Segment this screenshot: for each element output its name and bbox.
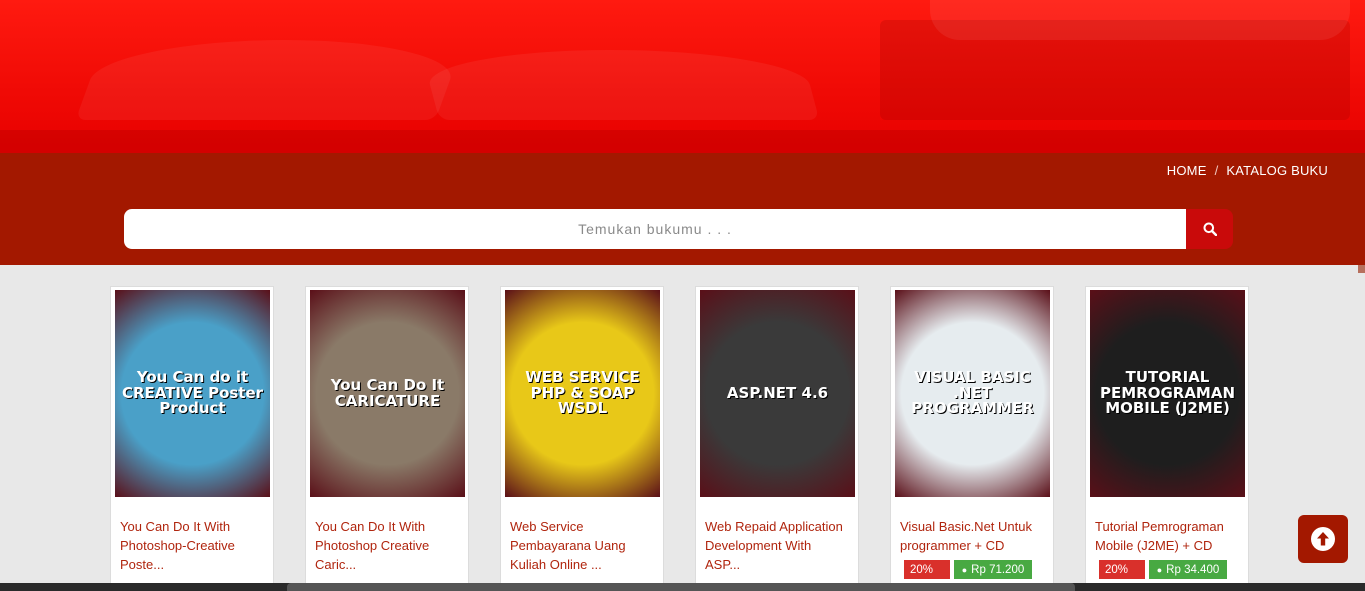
hero-book-top xyxy=(930,0,1350,40)
header-band: HOME / KATALOG BUKU xyxy=(0,153,1365,265)
search-icon xyxy=(1203,222,1217,236)
bottom-bar xyxy=(0,583,1365,591)
tag-icon: ● xyxy=(1156,564,1163,575)
hero-banner xyxy=(0,0,1365,153)
search-input[interactable] xyxy=(124,209,1186,249)
book-cover-image[interactable]: ASP.NET 4.6 xyxy=(700,290,855,497)
book-cover-image[interactable]: VISUAL BASIC .NET PROGRAMMER xyxy=(895,290,1050,497)
book-cover-text: WEB SERVICE PHP & SOAP WSDL xyxy=(525,367,640,418)
breadcrumb-current: KATALOG BUKU xyxy=(1226,163,1328,178)
price-badges: 20% ● Rp 34.400 xyxy=(1090,560,1244,579)
hero-book-left xyxy=(75,40,465,120)
price-badge: ● Rp 71.200 xyxy=(954,560,1032,579)
book-cover-image[interactable]: You Can Do It CARICATURE xyxy=(310,290,465,497)
book-title-link[interactable]: Tutorial Pemrograman Mobile (J2ME) + CD xyxy=(1090,517,1244,555)
book-cover-image[interactable]: TUTORIAL PEMROGRAMAN MOBILE (J2ME) xyxy=(1090,290,1245,497)
book-title-link[interactable]: Web Repaid Application Development With … xyxy=(700,517,854,574)
book-card[interactable]: WEB SERVICE PHP & SOAP WSDL Web Service P… xyxy=(500,286,664,591)
book-cover-text: You Can Do It CARICATURE xyxy=(330,375,445,410)
search-button[interactable] xyxy=(1186,209,1233,249)
price-badges: 20% ● Rp 71.200 xyxy=(895,560,1049,579)
book-title-link[interactable]: You Can Do It With Photoshop Creative Ca… xyxy=(310,517,464,574)
book-card[interactable]: TUTORIAL PEMROGRAMAN MOBILE (J2ME) Tutori… xyxy=(1085,286,1249,591)
price-text: Rp 34.400 xyxy=(1166,563,1220,576)
book-title-link[interactable]: Visual Basic.Net Untuk programmer + CD xyxy=(895,517,1049,555)
book-card[interactable]: You Can do it CREATIVE Poster Product You… xyxy=(110,286,274,591)
bottom-bar-center xyxy=(287,583,1075,591)
arrow-up-circle-icon xyxy=(1311,527,1335,551)
book-cover-text: TUTORIAL PEMROGRAMAN MOBILE (J2ME) xyxy=(1099,367,1236,418)
price-text: Rp 71.200 xyxy=(971,563,1025,576)
hero-book-right xyxy=(420,50,820,120)
discount-badge: 20% xyxy=(1099,560,1145,579)
book-cover-text: ASP.NET 4.6 xyxy=(726,383,829,402)
hero-shadow xyxy=(0,130,1365,153)
book-cover-text: You Can do it CREATIVE Poster Product xyxy=(121,367,264,418)
scroll-top-button[interactable] xyxy=(1298,515,1348,563)
discount-badge: 20% xyxy=(904,560,950,579)
breadcrumb: HOME / KATALOG BUKU xyxy=(1167,163,1328,178)
book-title-link[interactable]: Web Service Pembayarana Uang Kuliah Onli… xyxy=(505,517,659,574)
search-bar xyxy=(124,209,1233,249)
book-title-link[interactable]: You Can Do It With Photoshop-Creative Po… xyxy=(115,517,269,574)
breadcrumb-home[interactable]: HOME xyxy=(1167,163,1207,178)
tag-icon: ● xyxy=(961,564,968,575)
book-card[interactable]: ASP.NET 4.6 Web Repaid Application Develo… xyxy=(695,286,859,591)
breadcrumb-separator: / xyxy=(1214,163,1219,178)
book-card[interactable]: You Can Do It CARICATURE You Can Do It Wi… xyxy=(305,286,469,591)
book-grid: You Can do it CREATIVE Poster Product You… xyxy=(110,286,1249,591)
book-cover-image[interactable]: WEB SERVICE PHP & SOAP WSDL xyxy=(505,290,660,497)
price-badge: ● Rp 34.400 xyxy=(1149,560,1227,579)
book-cover-image[interactable]: You Can do it CREATIVE Poster Product xyxy=(115,290,270,497)
book-card[interactable]: VISUAL BASIC .NET PROGRAMMER Visual Basic… xyxy=(890,286,1054,591)
book-cover-text: VISUAL BASIC .NET PROGRAMMER xyxy=(911,367,1034,418)
